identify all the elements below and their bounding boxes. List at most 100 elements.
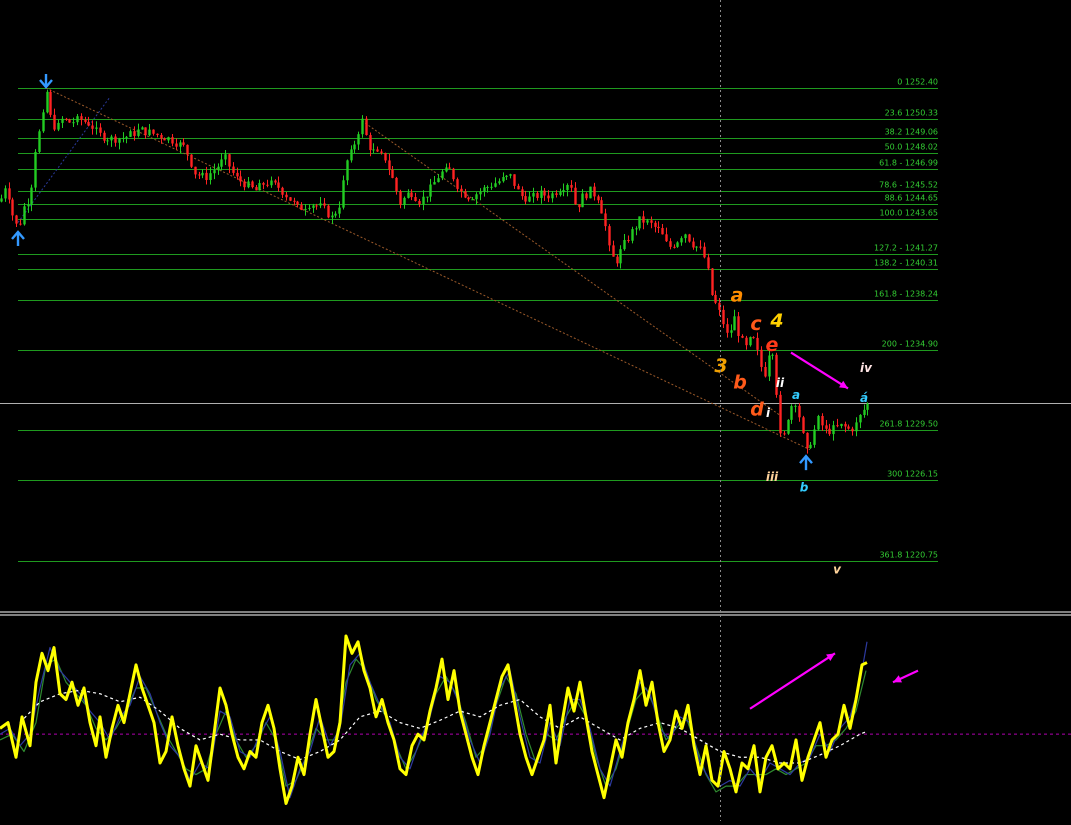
- fib-level-label: 361.8 1220.75: [879, 551, 938, 560]
- candle-body: [505, 175, 508, 177]
- candle-body: [825, 425, 828, 429]
- oscillator-pane: [0, 634, 1071, 805]
- candle-body: [551, 193, 554, 199]
- candle-body: [604, 213, 607, 227]
- candle-body: [224, 154, 227, 160]
- candle-body: [733, 316, 736, 331]
- candle-body: [452, 168, 455, 180]
- wave-label: i: [766, 406, 771, 420]
- candle-body: [65, 118, 68, 120]
- candle-body: [220, 159, 223, 167]
- candle-body: [467, 197, 470, 200]
- candle-body: [813, 429, 816, 445]
- candle-body: [369, 135, 372, 151]
- candle-body: [600, 200, 603, 214]
- candle-body: [627, 240, 630, 242]
- candle-body: [722, 309, 725, 325]
- candle-body: [198, 174, 201, 176]
- candle-body: [851, 428, 854, 432]
- oscillator-series-line: [0, 634, 868, 805]
- candle-body: [456, 179, 459, 189]
- candle-body: [236, 172, 239, 177]
- candle-body: [863, 409, 866, 415]
- candle-body: [258, 183, 261, 191]
- candle-body: [152, 129, 155, 134]
- candle-body: [179, 142, 182, 147]
- candle-body: [711, 268, 714, 295]
- oscillator-series-line: [0, 658, 867, 793]
- candle-body: [517, 185, 520, 190]
- candle-body: [441, 171, 444, 179]
- candle-body: [95, 127, 98, 129]
- candle-body: [737, 316, 740, 336]
- wave-label: iv: [860, 361, 873, 375]
- candle-body: [646, 220, 649, 223]
- candle-body: [357, 134, 360, 145]
- candle-body: [285, 194, 288, 198]
- candle-body: [49, 91, 52, 115]
- candle-body: [342, 180, 345, 208]
- candle-body: [494, 183, 497, 187]
- candle-body: [768, 355, 771, 377]
- oscillator-arrow-icon: [892, 669, 919, 684]
- candle-body: [536, 193, 539, 198]
- overlay: [0, 0, 1071, 821]
- candle-body: [308, 207, 311, 209]
- candle-body: [194, 166, 197, 175]
- candle-body: [30, 187, 33, 205]
- candle-body: [186, 144, 189, 155]
- candle-body: [855, 422, 858, 432]
- candle-body: [106, 140, 109, 142]
- wave-label: ii: [776, 376, 785, 390]
- candle-body: [471, 199, 474, 201]
- candle-body: [304, 208, 307, 210]
- candle-body: [87, 121, 90, 126]
- candle-body: [513, 174, 516, 186]
- candle-body: [540, 190, 543, 198]
- fib-level-label: 261.8 1229.50: [879, 420, 938, 429]
- candle-body: [593, 186, 596, 197]
- chart-svg[interactable]: 0 1252.40 23.6 1250.33 38.2 1249.06 50.0 12…: [0, 0, 1071, 821]
- candle-body: [543, 190, 546, 196]
- candle-body: [726, 324, 729, 333]
- trend-arrow-icon: [790, 351, 849, 390]
- candle-body: [475, 194, 478, 200]
- oscillator-arrow-icon: [749, 652, 836, 710]
- candle-body: [783, 433, 786, 435]
- candle-body: [794, 405, 797, 407]
- candle-body: [680, 238, 683, 243]
- candle-body: [247, 181, 250, 188]
- candle-body: [57, 122, 60, 130]
- candle-body: [688, 234, 691, 242]
- candle-body: [578, 204, 581, 208]
- candle-body: [433, 182, 436, 185]
- candle-body: [232, 166, 235, 173]
- swing-low-arrow-icon: [799, 454, 813, 471]
- candle-body: [844, 423, 847, 427]
- wave-label: b: [800, 481, 809, 495]
- candle-body: [144, 127, 147, 136]
- candle-body: [418, 201, 421, 205]
- candle-body: [661, 228, 664, 235]
- candle-body: [464, 191, 467, 198]
- candle-body: [361, 118, 364, 135]
- wave-label: a: [792, 388, 800, 402]
- candle-body: [483, 187, 486, 192]
- fib-level-label: 161.8 - 1238.24: [874, 290, 938, 299]
- fib-level-label: 200 - 1234.90: [882, 340, 938, 349]
- candle-body: [137, 129, 140, 136]
- candle-body: [91, 125, 94, 129]
- wave-label: 4: [769, 310, 783, 332]
- candle-body: [597, 196, 600, 201]
- wave-label: a: [731, 285, 744, 307]
- fib-level-label: 300 1226.15: [887, 470, 938, 479]
- candle-body: [490, 186, 493, 188]
- candle-body: [787, 419, 790, 434]
- candle-body: [657, 226, 660, 229]
- oscillator-series-line: [0, 641, 868, 799]
- candle-body: [414, 197, 417, 202]
- candle-body: [616, 256, 619, 264]
- candle-body: [384, 152, 387, 161]
- candle-body: [635, 228, 638, 230]
- candle-body: [764, 366, 767, 377]
